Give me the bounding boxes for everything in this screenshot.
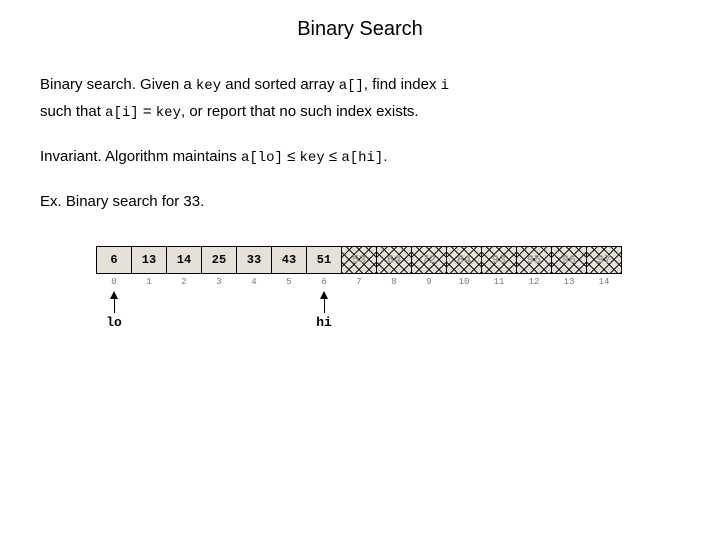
array-cell-value: 93 [492, 253, 506, 267]
pointer-slot [586, 289, 622, 330]
array-cell-value: 97 [597, 253, 611, 267]
array-index-cell: 2 [166, 274, 202, 287]
array-index-cell: 10 [446, 274, 482, 287]
def-t4: such that [40, 103, 105, 120]
pointer-slot [131, 289, 167, 330]
def-arr: a[] [339, 78, 364, 94]
array-index-cell: 14 [586, 274, 622, 287]
array-cell: 13 [131, 246, 167, 274]
array-index-cell: 7 [341, 274, 377, 287]
def-t3: , find index [364, 76, 441, 93]
pointer-slot [166, 289, 202, 330]
array-index-cell: 8 [376, 274, 412, 287]
array-cell-value: 96 [562, 253, 576, 267]
array-cell-value: 64 [387, 253, 401, 267]
example-paragraph: Ex. Binary search for 33. [40, 192, 680, 212]
pointer-slot [376, 289, 412, 330]
definition-paragraph-2: such that a[i] = key, or report that no … [40, 102, 680, 123]
inv-key: key [300, 150, 325, 166]
array-cell: 14 [166, 246, 202, 274]
array-cell-value: 95 [527, 253, 541, 267]
inv-ahi: a[hi] [341, 150, 383, 166]
pointer-slot: lo [96, 289, 132, 330]
pointer-slot [411, 289, 447, 330]
array-cell: 72 [411, 246, 447, 274]
array-index-cell: 1 [131, 274, 167, 287]
page-title: Binary Search [40, 18, 680, 41]
def-t1: Given a [136, 76, 196, 93]
pointer-slot [236, 289, 272, 330]
def-key2: key [156, 105, 181, 121]
array-cell: 33 [236, 246, 272, 274]
array-cell: 97 [586, 246, 622, 274]
inv-t2: . [383, 148, 387, 165]
pointer-slot [271, 289, 307, 330]
inv-t1: Algorithm maintains [102, 148, 241, 165]
def-t6: , or report that no such index exists. [181, 103, 419, 120]
pointer-slot [446, 289, 482, 330]
array-cell: 96 [551, 246, 587, 274]
hi-label: hi [316, 315, 332, 330]
pointer-slot [551, 289, 587, 330]
def-i: i [441, 78, 449, 94]
array-index-cell: 3 [201, 274, 237, 287]
lo-label: lo [106, 315, 122, 330]
array-pointer-row: lo hi [96, 289, 680, 330]
array-cell: 84 [446, 246, 482, 274]
array-diagram: 61314253343515364728493959697 0123456789… [96, 246, 680, 330]
array-cell: 25 [201, 246, 237, 274]
def-ai: a[i] [105, 105, 139, 121]
array-cell-value: 33 [247, 253, 261, 267]
array-cell: 93 [481, 246, 517, 274]
array-cell-value: 13 [142, 253, 156, 267]
inv-alo: a[lo] [241, 150, 283, 166]
array-cell-value: 53 [352, 253, 366, 267]
def-t5: = [139, 103, 156, 120]
ex-t1: Binary search for 33. [62, 193, 205, 210]
array-cell-value: 43 [282, 253, 296, 267]
array-index-cell: 5 [271, 274, 307, 287]
array-cell-value: 14 [177, 253, 191, 267]
pointer-slot [516, 289, 552, 330]
array-cell-value: 84 [457, 253, 471, 267]
array-cell: 43 [271, 246, 307, 274]
pointer-slot [341, 289, 377, 330]
pointer-slot [481, 289, 517, 330]
array-cell-value: 25 [212, 253, 226, 267]
definition-paragraph: Binary search. Given a key and sorted ar… [40, 75, 680, 96]
inv-le2: ≤ [325, 148, 342, 165]
array-index-cell: 0 [96, 274, 132, 287]
array-cell-value: 51 [317, 253, 331, 267]
array-index-cell: 12 [516, 274, 552, 287]
arrow-stem [114, 299, 115, 313]
array-index-cell: 9 [411, 274, 447, 287]
arrow-up-icon [110, 291, 118, 299]
inv-le1: ≤ [283, 148, 300, 165]
array-cell: 6 [96, 246, 132, 274]
arrow-up-icon [320, 291, 328, 299]
def-t2: and sorted array [221, 76, 339, 93]
def-key: key [196, 78, 221, 94]
array-cell-value: 6 [110, 253, 117, 267]
def-lead: Binary search. [40, 76, 136, 93]
pointer-slot: hi [306, 289, 342, 330]
ex-lead: Ex. [40, 193, 62, 210]
inv-lead: Invariant. [40, 148, 102, 165]
array-cell-value: 72 [422, 253, 436, 267]
array-cell: 95 [516, 246, 552, 274]
invariant-paragraph: Invariant. Algorithm maintains a[lo] ≤ k… [40, 147, 680, 168]
array-index-cell: 6 [306, 274, 342, 287]
array-index-cell: 4 [236, 274, 272, 287]
array-cell: 51 [306, 246, 342, 274]
arrow-stem [324, 299, 325, 313]
pointer-slot [201, 289, 237, 330]
array-index-cell: 11 [481, 274, 517, 287]
array-cell: 64 [376, 246, 412, 274]
array-value-row: 6 13 14 25 33 43 51 53 64 72 84 93 95 96 97 [96, 246, 680, 274]
array-cell: 53 [341, 246, 377, 274]
array-index-row: 01234567891011121314 [96, 274, 680, 287]
array-index-cell: 13 [551, 274, 587, 287]
